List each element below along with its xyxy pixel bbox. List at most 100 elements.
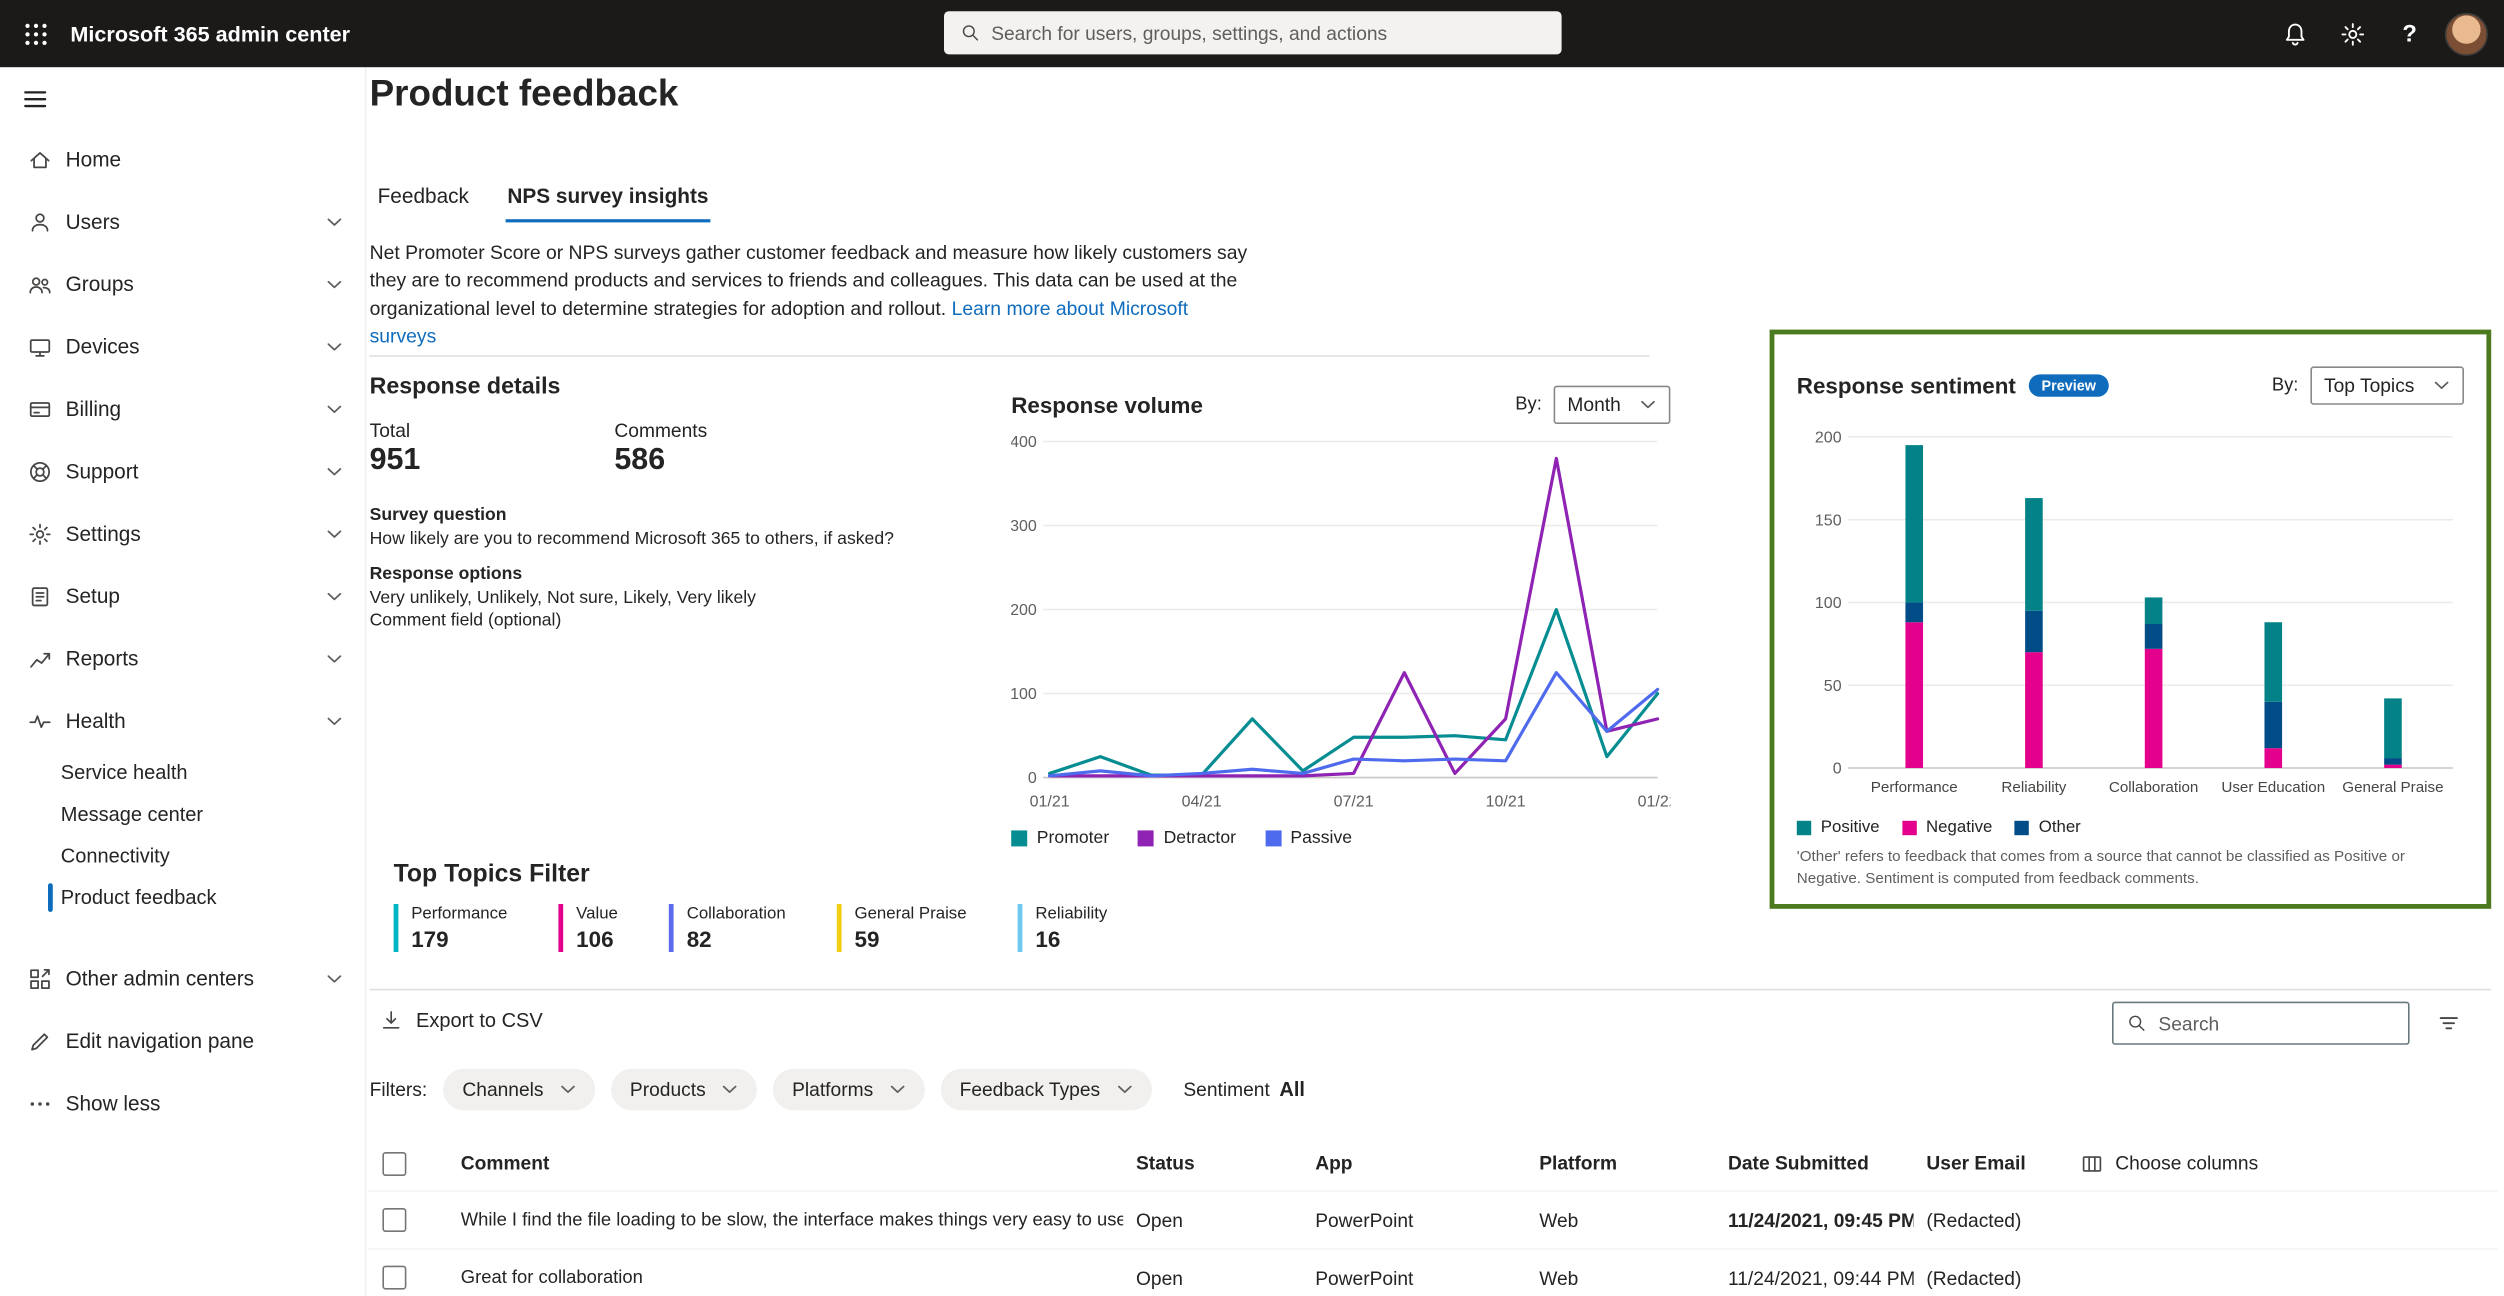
- comment-field-note: Comment field (optional): [370, 611, 994, 630]
- table-search-input[interactable]: [2158, 1012, 2395, 1034]
- sidebar-item-reports[interactable]: Reports: [0, 627, 365, 689]
- svg-text:0: 0: [1028, 770, 1037, 787]
- notifications-button[interactable]: [2272, 10, 2317, 58]
- sidebar-item-users[interactable]: Users: [0, 190, 365, 252]
- filter-icon: [2434, 1010, 2461, 1037]
- response-metrics: Total 951 Comments 586: [370, 419, 994, 478]
- sidebar-item-settings[interactable]: Settings: [0, 502, 365, 564]
- filter-feedback-types[interactable]: Feedback Types: [940, 1069, 1151, 1111]
- sidebar-item-label: Settings: [66, 522, 141, 546]
- sidebar-item-service-health[interactable]: Service health: [0, 752, 365, 794]
- global-search-input[interactable]: [991, 22, 1545, 44]
- sidebar-item-show-less[interactable]: Show less: [0, 1072, 365, 1134]
- sidebar-item-billing[interactable]: Billing: [0, 378, 365, 440]
- column-header-platform[interactable]: Platform: [1526, 1152, 1715, 1174]
- row-checkbox[interactable]: [382, 1266, 406, 1290]
- svg-text:07/21: 07/21: [1334, 793, 1374, 810]
- settings-button[interactable]: [2330, 10, 2375, 58]
- sidebar-item-label: Devices: [66, 334, 140, 358]
- other-admin-icon: [27, 966, 53, 992]
- chevron-down-icon: [326, 716, 342, 726]
- column-header-comment[interactable]: Comment: [445, 1152, 1123, 1174]
- survey-question-label: Survey question: [370, 506, 994, 525]
- legend-swatch: [2015, 820, 2029, 834]
- column-header-user-email[interactable]: User Email: [1914, 1152, 2068, 1174]
- help-button[interactable]: ?: [2387, 10, 2432, 58]
- ellipsis-icon: [27, 1090, 53, 1116]
- svg-text:04/21: 04/21: [1182, 793, 1222, 810]
- choose-columns-button[interactable]: Choose columns: [2080, 1151, 2258, 1175]
- status-cell: Open: [1123, 1266, 1302, 1288]
- column-header-date-submitted[interactable]: Date Submitted: [1715, 1152, 1913, 1174]
- sentiment-by-dropdown[interactable]: Top Topics: [2310, 366, 2464, 404]
- help-icon: ?: [2402, 20, 2417, 47]
- sentiment-footnote: 'Other' refers to feedback that comes fr…: [1797, 846, 2440, 890]
- topic-label: Collaboration: [687, 904, 786, 923]
- global-search[interactable]: [943, 11, 1561, 54]
- sidebar-item-setup[interactable]: Setup: [0, 565, 365, 627]
- sidebar-item-devices[interactable]: Devices: [0, 315, 365, 377]
- table-header: Comment Status App Platform Date Submitt…: [368, 1136, 2498, 1190]
- feedback-table-body: While I find the file loading to be slow…: [368, 1190, 2498, 1296]
- volume-by-dropdown[interactable]: Month: [1553, 386, 1670, 424]
- response-sentiment-section: Response sentiment Preview By: Top Topic…: [1770, 330, 2492, 909]
- sidebar-item-label: Home: [66, 147, 122, 171]
- collapse-navigation-button[interactable]: [21, 83, 59, 115]
- sidebar-item-label: Message center: [61, 803, 203, 825]
- sidebar-item-support[interactable]: Support: [0, 440, 365, 502]
- sidebar-item-other-admin-centers[interactable]: Other admin centers: [0, 947, 365, 1009]
- tab-nps-survey-insights[interactable]: NPS survey insights: [506, 176, 710, 222]
- platform-cell: Web: [1526, 1209, 1715, 1231]
- top-topics-list: Performance 179 Value 106 Collaboration 82…: [394, 904, 1108, 952]
- export-csv-button[interactable]: Export to CSV: [379, 1008, 543, 1032]
- table-row[interactable]: Great for collaboration Open PowerPoint …: [368, 1248, 2498, 1296]
- sidebar-item-message-center[interactable]: Message center: [0, 794, 365, 836]
- sidebar-item-health[interactable]: Health: [0, 690, 365, 752]
- top-topics-heading: Top Topics Filter: [394, 861, 1108, 890]
- topic-filter-value[interactable]: Value 106: [559, 904, 618, 952]
- filter-pills: Channels Products Platforms Feedback Types: [443, 1069, 1151, 1111]
- sidebar-item-home[interactable]: Home: [0, 128, 365, 190]
- microsoft-365-admin-center: Microsoft 365 admin center ?: [0, 0, 2504, 1296]
- sentiment-filter[interactable]: Sentiment All: [1183, 1078, 1305, 1100]
- group-icon: [27, 271, 53, 297]
- column-header-app[interactable]: App: [1302, 1152, 1526, 1174]
- topic-filter-collaboration[interactable]: Collaboration 82: [669, 904, 786, 952]
- svg-text:100: 100: [1815, 595, 1842, 612]
- select-all-checkbox[interactable]: [382, 1151, 406, 1175]
- sentiment-by-control: By: Top Topics: [2272, 366, 2464, 404]
- column-header-status[interactable]: Status: [1123, 1152, 1302, 1174]
- sidebar-item-connectivity[interactable]: Connectivity: [0, 835, 365, 877]
- topic-filter-general-praise[interactable]: General Praise 59: [837, 904, 967, 952]
- chevron-down-icon: [326, 466, 342, 476]
- tab-feedback[interactable]: Feedback: [376, 176, 471, 222]
- row-checkbox[interactable]: [382, 1208, 406, 1232]
- sidebar-item-edit-navigation-pane[interactable]: Edit navigation pane: [0, 1010, 365, 1072]
- filter-channels[interactable]: Channels: [443, 1069, 595, 1111]
- filter-platforms[interactable]: Platforms: [773, 1069, 925, 1111]
- svg-text:01/22: 01/22: [1638, 793, 1671, 810]
- sidebar-item-product-feedback[interactable]: Product feedback: [0, 877, 365, 919]
- response-sentiment-chart: 050100150200PerformanceReliabilityCollab…: [1797, 414, 2471, 808]
- table-search[interactable]: [2112, 1002, 2410, 1045]
- sentiment-filter-value: All: [1279, 1078, 1305, 1100]
- filter-pill-label: Channels: [462, 1078, 543, 1100]
- sidebar-item-label: Health: [66, 709, 126, 733]
- topic-filter-reliability[interactable]: Reliability 16: [1018, 904, 1108, 952]
- legend-promoter: Promoter: [1011, 829, 1109, 848]
- app-launcher-button[interactable]: [0, 0, 70, 67]
- sidebar-item-groups[interactable]: Groups: [0, 253, 365, 315]
- device-icon: [27, 334, 53, 360]
- reports-icon: [27, 646, 53, 672]
- filter-products[interactable]: Products: [611, 1069, 757, 1111]
- filter-button[interactable]: [2429, 1010, 2467, 1042]
- avatar[interactable]: [2445, 12, 2488, 55]
- platform-cell: Web: [1526, 1266, 1715, 1288]
- table-row[interactable]: While I find the file loading to be slow…: [368, 1190, 2498, 1248]
- topic-filter-performance[interactable]: Performance 179: [394, 904, 508, 952]
- svg-text:200: 200: [1011, 602, 1037, 619]
- sidebar-item-label: Other admin centers: [66, 966, 254, 990]
- volume-by-control: By: Month: [1515, 386, 1670, 424]
- volume-legend: PromoterDetractorPassive: [1011, 829, 1670, 848]
- health-icon: [27, 708, 53, 734]
